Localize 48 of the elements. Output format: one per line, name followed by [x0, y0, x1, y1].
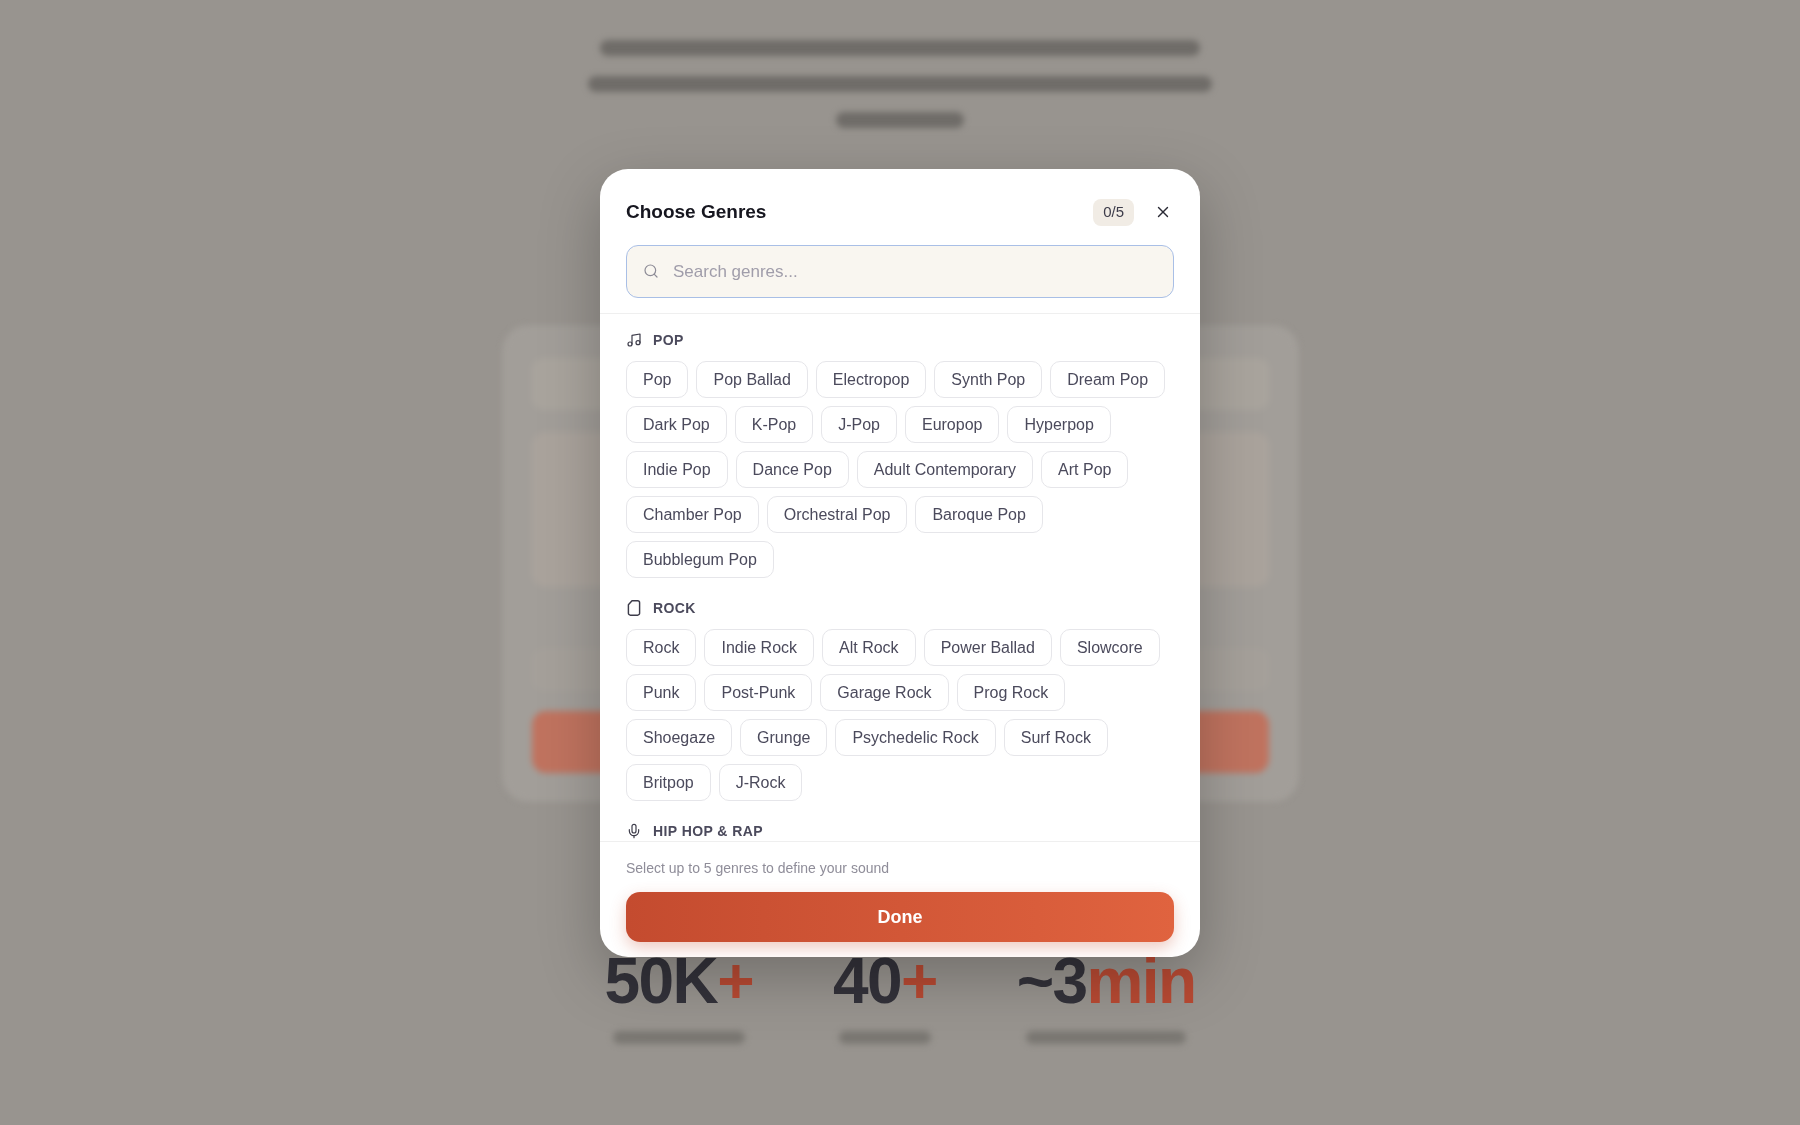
genre-chip[interactable]: Grunge [740, 719, 828, 756]
genre-chip[interactable]: Bubblegum Pop [626, 541, 774, 578]
genre-chip[interactable]: Indie Rock [704, 629, 815, 666]
music-note-icon [626, 332, 642, 348]
section-heading: POP [653, 331, 684, 349]
genre-chip[interactable]: Rock [626, 629, 697, 666]
genre-chip[interactable]: Alt Rock [822, 629, 916, 666]
done-button[interactable]: Done [626, 892, 1174, 942]
genre-chip[interactable]: Baroque Pop [915, 496, 1043, 533]
stat-value: ~3min [1016, 949, 1196, 1013]
microphone-icon [626, 823, 642, 839]
genre-chip[interactable]: Dream Pop [1050, 361, 1166, 398]
genre-chip[interactable]: J-Pop [821, 406, 897, 443]
genre-chip[interactable]: Psychedelic Rock [835, 719, 996, 756]
genre-chip[interactable]: Garage Rock [820, 674, 949, 711]
genre-chip[interactable]: Dark Pop [626, 406, 727, 443]
hint-text: Select up to 5 genres to define your sound [626, 859, 891, 878]
search-icon [643, 263, 659, 279]
genre-chip[interactable]: Orchestral Pop [766, 496, 908, 533]
genre-chip[interactable]: Indie Pop [626, 451, 728, 488]
cut-corner-icon [626, 600, 642, 616]
genre-chip[interactable]: Dance Pop [735, 451, 849, 488]
genre-chip[interactable]: Slowcore [1059, 629, 1160, 666]
genre-chip[interactable]: Hyperpop [1007, 406, 1111, 443]
selection-counter: 0/5 [1093, 198, 1134, 226]
genre-chip[interactable]: Pop Ballad [696, 361, 808, 398]
genre-chip[interactable]: Chamber Pop [626, 496, 759, 533]
genre-chip[interactable]: Post-Punk [704, 674, 813, 711]
genre-chip[interactable]: Adult Contemporary [856, 451, 1034, 488]
genre-chip[interactable]: J-Rock [718, 764, 803, 801]
genre-chip[interactable]: Electropop [815, 361, 927, 398]
genre-chip[interactable]: Art Pop [1041, 451, 1129, 488]
section-heading: ROCK [653, 599, 696, 617]
genre-chip[interactable]: Europop [904, 406, 1000, 443]
genre-chip[interactable]: Prog Rock [956, 674, 1066, 711]
genre-chip[interactable]: Surf Rock [1003, 719, 1108, 756]
genre-chip[interactable]: Pop [626, 361, 689, 398]
section-heading: HIP HOP & RAP [653, 822, 763, 840]
genre-chip[interactable]: Punk [626, 674, 697, 711]
genre-chip[interactable]: K-Pop [734, 406, 814, 443]
genre-chip[interactable]: Britpop [626, 764, 711, 801]
search-field[interactable]: Search genres... [626, 245, 1174, 298]
stat-value: 50K+ [604, 949, 753, 1013]
genre-chip[interactable]: Synth Pop [934, 361, 1043, 398]
genre-chip[interactable]: Shoegaze [626, 719, 733, 756]
genre-chip[interactable]: Power Ballad [923, 629, 1052, 666]
stat-value: 40+ [832, 949, 937, 1013]
dialog-title: Choose Genres [626, 199, 767, 224]
